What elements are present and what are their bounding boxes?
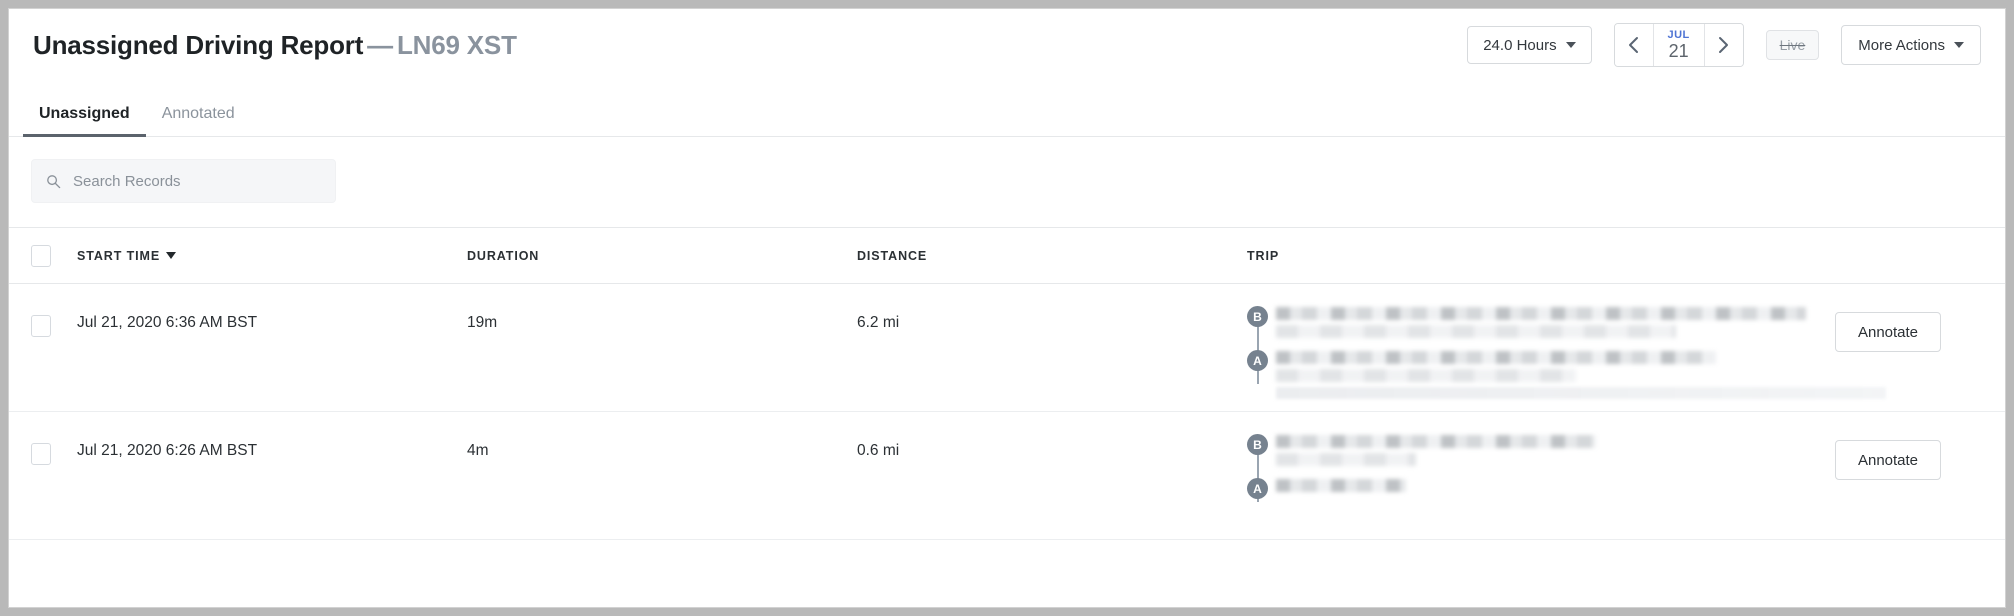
- redacted-text-line: [1276, 351, 1716, 364]
- search-box[interactable]: [31, 159, 336, 203]
- trip-stack: B A: [1247, 306, 1886, 404]
- trip-end-leg: B: [1247, 306, 1806, 350]
- search-input[interactable]: [71, 171, 321, 191]
- next-day-button[interactable]: [1704, 24, 1743, 66]
- trip-marker-b: B: [1247, 306, 1268, 327]
- search-icon: [46, 174, 61, 189]
- trip-end-address-redacted: [1276, 434, 1606, 471]
- annotate-button[interactable]: Annotate: [1834, 440, 1942, 480]
- redacted-text-line: [1276, 479, 1406, 492]
- column-header-start-time-label: START TIME: [77, 248, 161, 263]
- row-actions: Annotate: [1793, 412, 1983, 480]
- date-display[interactable]: JUL 21: [1652, 24, 1705, 66]
- column-header-start-time[interactable]: START TIME: [77, 249, 467, 263]
- search-bar: [9, 137, 2005, 228]
- annotate-button[interactable]: Annotate: [1834, 312, 1942, 352]
- table-row[interactable]: Jul 21, 2020 6:36 AM BST 19m 6.2 mi B A: [9, 284, 2005, 412]
- trip-end-address-redacted: [1276, 306, 1806, 343]
- page-title: Unassigned Driving Report — LN69 XST: [33, 30, 517, 61]
- row-select-cell: [31, 284, 77, 337]
- trip-marker-b: B: [1247, 434, 1268, 455]
- cell-start-time: Jul 21, 2020 6:36 AM BST: [77, 314, 258, 331]
- redacted-text-line: [1276, 369, 1576, 382]
- date-navigator: JUL 21: [1613, 23, 1744, 67]
- trip-start-leg: A: [1247, 478, 1793, 522]
- date-day: 21: [1668, 40, 1689, 61]
- column-header-trip[interactable]: TRIP: [1247, 249, 1793, 263]
- column-header-distance-label: DISTANCE: [857, 248, 928, 263]
- live-label: Live: [1779, 37, 1806, 53]
- title-dash: —: [367, 29, 393, 60]
- select-all-cell: [31, 244, 77, 267]
- redacted-text-line: [1276, 387, 1886, 399]
- more-actions-button[interactable]: More Actions: [1841, 25, 1981, 65]
- trip-start-address-redacted: [1276, 350, 1886, 404]
- previous-day-button[interactable]: [1614, 24, 1653, 66]
- more-actions-label: More Actions: [1858, 36, 1945, 54]
- page-header: Unassigned Driving Report — LN69 XST 24.0 …: [9, 9, 2005, 81]
- redacted-text-line: [1276, 325, 1676, 338]
- tab-annotated[interactable]: Annotated: [146, 105, 251, 136]
- row-select-cell: [31, 412, 77, 465]
- trip-marker-a: A: [1247, 350, 1268, 371]
- row-actions: Annotate: [1793, 284, 1983, 352]
- chevron-left-icon: [1627, 35, 1640, 55]
- header-controls: 24.0 Hours JUL 21 Live More Actions: [1467, 23, 1981, 67]
- redacted-text-line: [1276, 307, 1806, 320]
- chevron-down-icon: [1565, 42, 1576, 48]
- column-header-duration[interactable]: DURATION: [467, 249, 857, 263]
- table-header-row: START TIME DURATION DISTANCE TRIP: [9, 228, 2005, 284]
- tab-unassigned[interactable]: Unassigned: [23, 105, 146, 137]
- cell-trip: B A: [1247, 412, 1793, 522]
- live-button[interactable]: Live: [1765, 30, 1820, 60]
- row-checkbox[interactable]: [31, 315, 51, 337]
- table-row[interactable]: Jul 21, 2020 6:26 AM BST 4m 0.6 mi B A A…: [9, 412, 2005, 540]
- select-all-checkbox[interactable]: [31, 244, 51, 267]
- tab-unassigned-label: Unassigned: [39, 105, 130, 122]
- trip-end-leg: B: [1247, 434, 1793, 478]
- trip-start-address-redacted: [1276, 478, 1476, 497]
- cell-duration: 4m: [467, 442, 489, 459]
- trip-stack: B A: [1247, 434, 1793, 522]
- trip-start-leg: A: [1247, 350, 1886, 404]
- duration-filter-button[interactable]: 24.0 Hours: [1467, 26, 1592, 64]
- tab-annotated-label: Annotated: [161, 105, 235, 122]
- column-header-trip-label: TRIP: [1247, 248, 1280, 263]
- cell-trip: B A: [1247, 284, 1886, 404]
- chevron-right-icon: [1717, 35, 1730, 55]
- records-table: START TIME DURATION DISTANCE TRIP Jul 21…: [9, 228, 2005, 540]
- redacted-text-line: [1276, 453, 1416, 466]
- trip-marker-a: A: [1247, 478, 1268, 499]
- cell-start-time: Jul 21, 2020 6:26 AM BST: [77, 442, 258, 459]
- vehicle-name: LN69 XST: [396, 29, 517, 60]
- row-checkbox[interactable]: [31, 443, 51, 465]
- app-window: Unassigned Driving Report — LN69 XST 24.0 …: [8, 8, 2006, 608]
- cell-duration: 19m: [467, 314, 498, 331]
- sort-desc-icon: [166, 252, 177, 259]
- tab-bar: Unassigned Annotated: [9, 81, 2005, 137]
- chevron-down-icon: [1954, 42, 1964, 48]
- page-title-main: Unassigned Driving Report: [33, 29, 364, 60]
- column-header-duration-label: DURATION: [467, 248, 540, 263]
- duration-filter-label: 24.0 Hours: [1483, 36, 1557, 54]
- cell-distance: 0.6 mi: [857, 442, 900, 459]
- column-header-distance[interactable]: DISTANCE: [857, 249, 1247, 263]
- redacted-text-line: [1276, 435, 1596, 448]
- cell-distance: 6.2 mi: [857, 314, 900, 331]
